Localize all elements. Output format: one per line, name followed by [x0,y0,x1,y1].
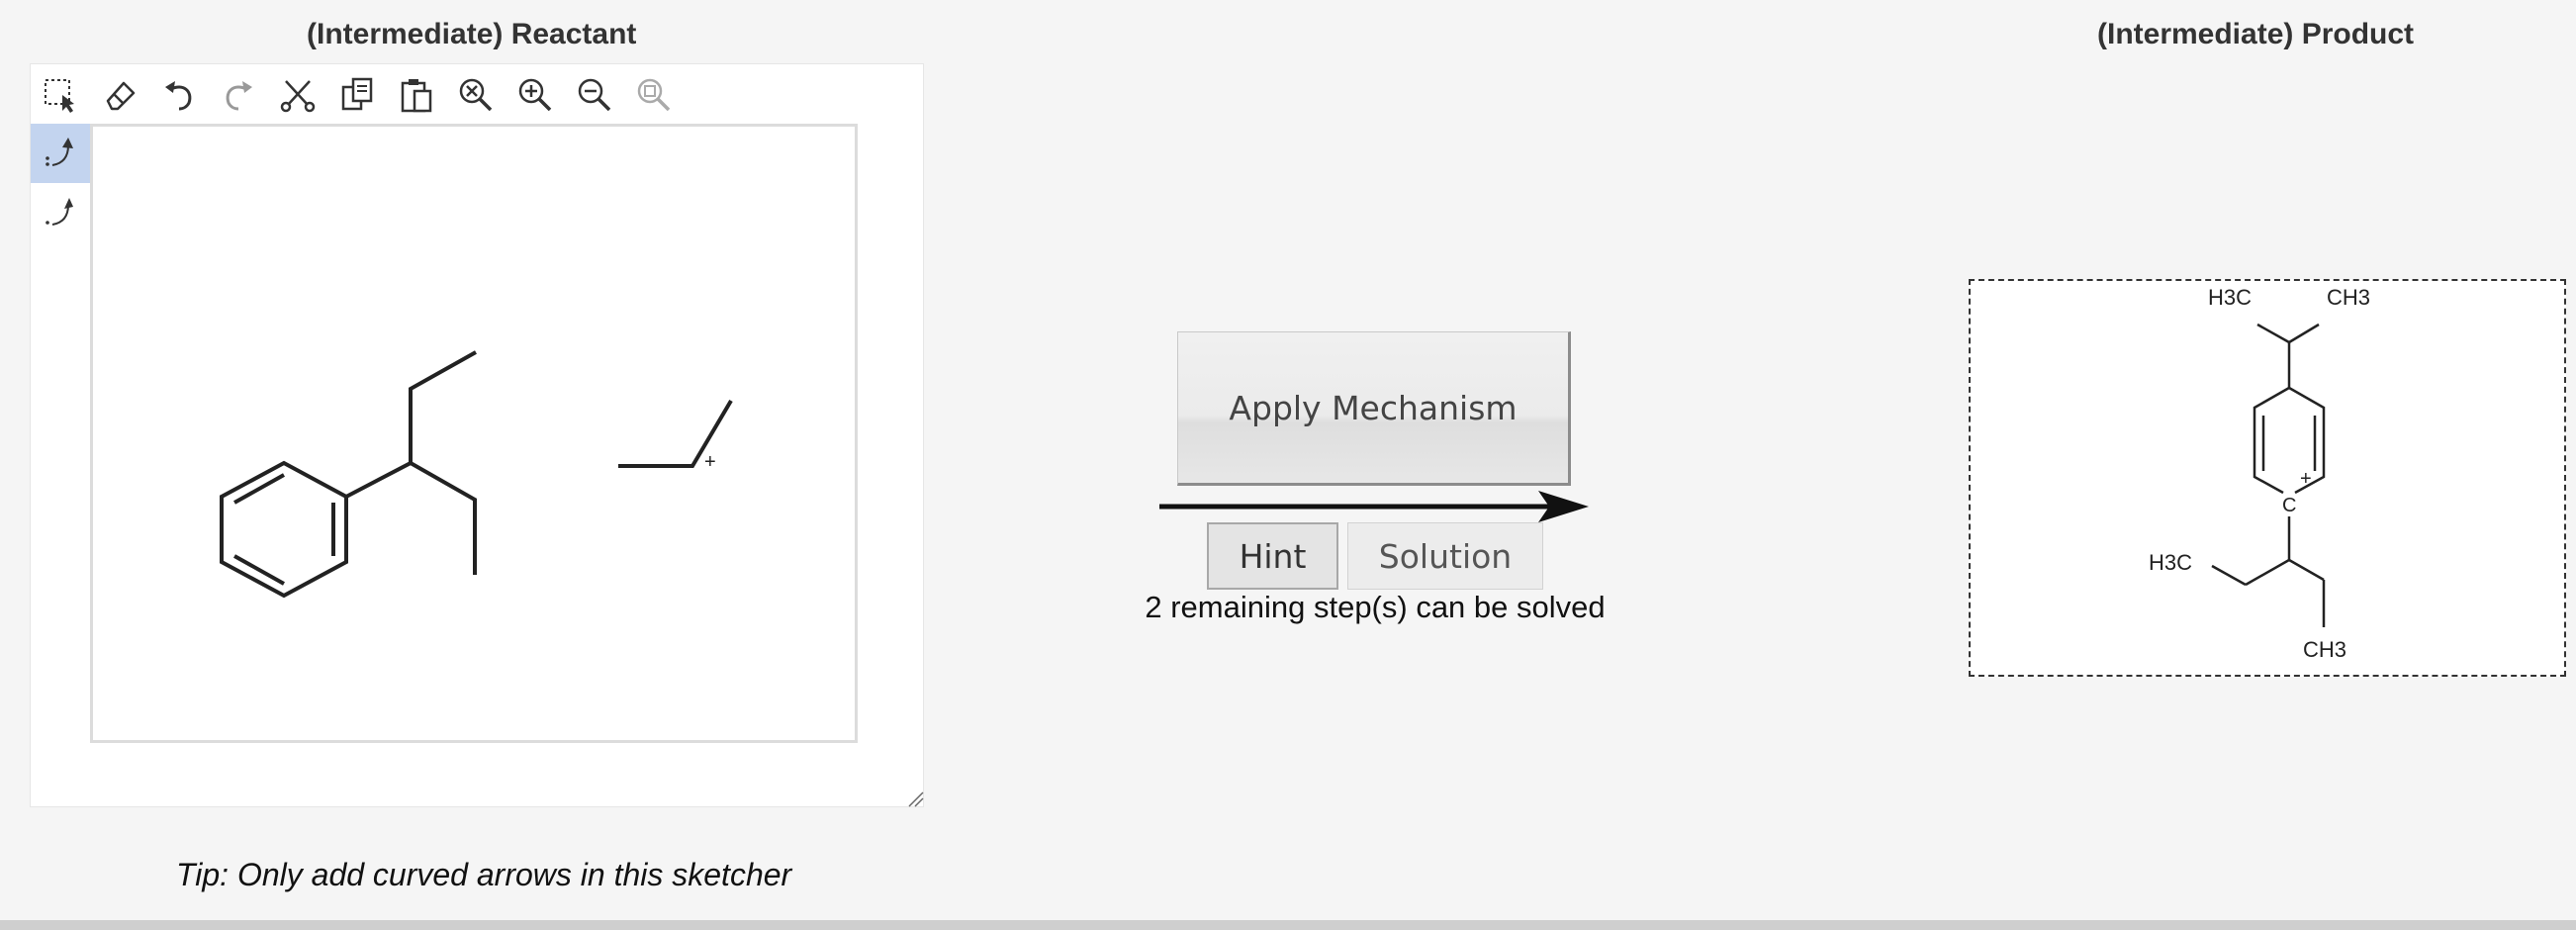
select-tool-button[interactable] [31,65,90,125]
zoom-out-tool-button[interactable] [565,65,624,125]
curved-arrow-single-icon [46,198,73,226]
product-label-ch3-bottom: CH3 [2303,637,2346,662]
product-label-ch3-top: CH3 [2327,285,2370,310]
single-electron-arrow-tool[interactable] [31,183,90,242]
product-label-charge: + [2300,468,2312,490]
zoom-out-icon [578,78,611,112]
reactant-structure: + [220,350,733,599]
zoom-in-tool-button[interactable] [506,65,565,125]
paste-icon [401,79,432,113]
sketcher-canvas[interactable]: + [90,124,858,743]
reactant-sketcher[interactable]: + [30,63,924,807]
paste-tool-button[interactable] [387,65,446,125]
product-label-h3c-left: H3C [2149,550,2192,575]
reactant-title: (Intermediate) Reactant [307,18,637,50]
eraser-icon [106,81,136,111]
carbocation-charge: + [704,451,716,473]
zoom-reset-tool-button[interactable] [446,65,506,125]
zoom-in-icon [518,78,552,112]
undo-tool-button[interactable] [149,65,209,125]
product-label-carbon: C [2282,495,2296,516]
copy-icon [341,77,373,111]
solution-button[interactable]: Solution [1347,522,1543,590]
product-label-h3c-top: H3C [2208,285,2252,310]
curved-arrow-pair-icon [46,138,73,166]
sketcher-tip: Tip: Only add curved arrows in this sket… [176,857,792,892]
erase-tool-button[interactable] [90,65,149,125]
remaining-steps-text: 2 remaining step(s) can be solved [1145,590,1606,624]
benzene-ring [220,460,348,599]
electron-pair-arrow-tool[interactable] [31,124,90,183]
hint-button[interactable]: Hint [1207,522,1338,590]
product-structure-box: H3C CH3 C + H3C CH3 [1969,279,2566,677]
zoom-fit-tool-button[interactable] [624,65,684,125]
zoom-fit-icon [637,78,671,112]
ethyl-branch-bottom [410,461,477,575]
ethyl-branch-top [345,350,477,499]
scissors-icon [280,80,316,113]
zoom-reset-icon [459,78,493,112]
rectangle-select-icon [45,79,74,113]
undo-icon [165,81,192,111]
redo-tool-button[interactable] [209,65,268,125]
sketcher-side-toolbar [31,124,90,242]
sketcher-toolbar [31,64,923,126]
apply-mechanism-button[interactable]: Apply Mechanism [1177,331,1571,486]
resize-grip-icon[interactable] [905,789,925,808]
product-title: (Intermediate) Product [2097,18,2415,50]
copy-tool-button[interactable] [327,65,387,125]
bottom-bar [0,920,2576,930]
product-structure: H3C CH3 C + H3C CH3 [2149,285,2370,662]
cut-tool-button[interactable] [268,65,327,125]
redo-icon [226,81,252,111]
